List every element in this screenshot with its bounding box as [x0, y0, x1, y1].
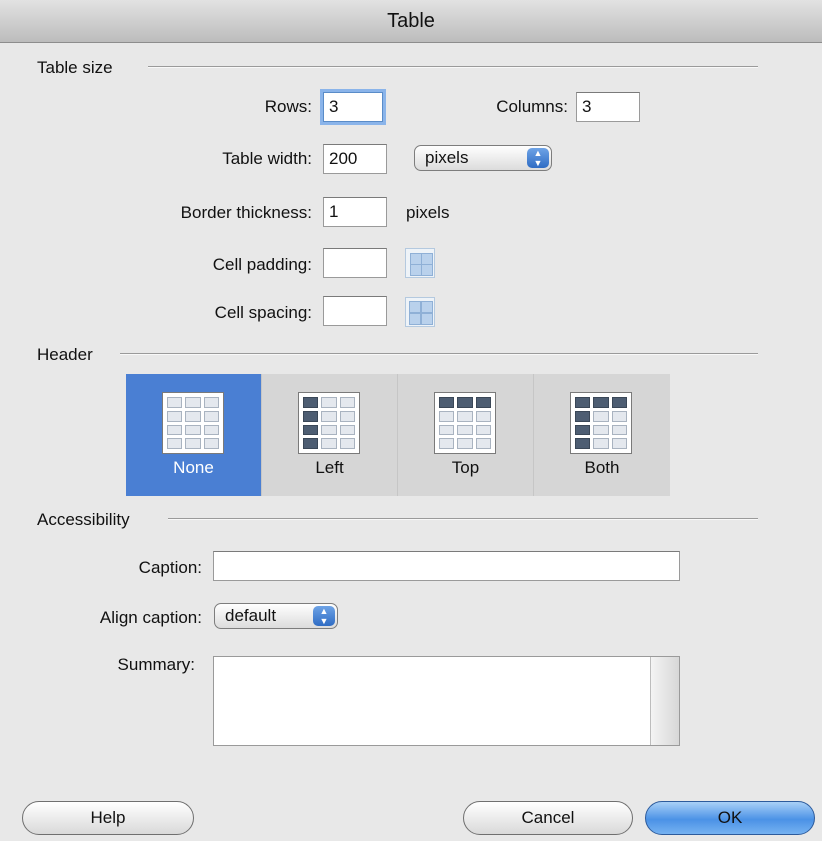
align-caption-label: Align caption: — [99, 608, 202, 627]
header-option-label: Both — [584, 458, 620, 477]
table-no-header-icon — [162, 392, 224, 454]
summary-label: Summary: — [117, 655, 195, 674]
accessibility-divider — [168, 518, 758, 520]
summary-textarea[interactable] — [213, 656, 680, 746]
width-unit-value: pixels — [425, 148, 469, 167]
header-divider — [120, 353, 758, 355]
caption-input[interactable] — [213, 551, 680, 581]
rows-label: Rows: — [264, 97, 312, 116]
rows-input[interactable]: 3 — [323, 92, 383, 122]
cell-padding-input[interactable] — [323, 248, 387, 278]
table-top-header-icon — [434, 392, 496, 454]
header-options: None Left Top Both — [126, 374, 670, 496]
border-thickness-input[interactable]: 1 — [323, 197, 387, 227]
header-option-label: Left — [315, 458, 344, 477]
border-thickness-label: Border thickness: — [180, 203, 312, 222]
border-unit-label: pixels — [406, 203, 450, 222]
caption-label: Caption: — [138, 558, 202, 577]
header-option-label: Top — [451, 458, 480, 477]
columns-label: Columns: — [496, 97, 568, 116]
table-width-label: Table width: — [222, 149, 312, 168]
cell-spacing-label: Cell spacing: — [214, 303, 312, 322]
header-option-none[interactable]: None — [126, 374, 262, 496]
table-size-divider — [148, 66, 758, 68]
summary-scrollbar[interactable] — [650, 657, 679, 745]
cancel-button[interactable]: Cancel — [463, 801, 633, 835]
table-width-input[interactable]: 200 — [323, 144, 387, 174]
cell-padding-label: Cell padding: — [212, 255, 312, 274]
table-left-header-icon — [298, 392, 360, 454]
header-option-both[interactable]: Both — [534, 374, 670, 496]
accessibility-section-title: Accessibility — [37, 510, 130, 529]
select-arrows-icon: ▲ ▼ — [313, 606, 335, 626]
help-button[interactable]: Help — [22, 801, 194, 835]
table-dialog: Table Table size Rows: 3 Columns: 3 Tabl… — [0, 0, 822, 841]
select-arrows-icon: ▲ ▼ — [527, 148, 549, 168]
header-option-top[interactable]: Top — [398, 374, 534, 496]
align-caption-select[interactable]: default ▲ ▼ — [214, 603, 338, 629]
header-option-label: None — [173, 458, 214, 477]
header-section-title: Header — [37, 345, 93, 364]
ok-button[interactable]: OK — [645, 801, 815, 835]
cell-padding-icon — [405, 248, 435, 278]
dialog-title: Table — [0, 0, 822, 43]
columns-input[interactable]: 3 — [576, 92, 640, 122]
align-caption-value: default — [225, 606, 277, 625]
width-unit-select[interactable]: pixels ▲ ▼ — [414, 145, 552, 171]
table-both-header-icon — [570, 392, 632, 454]
header-option-left[interactable]: Left — [262, 374, 398, 496]
cell-spacing-input[interactable] — [323, 296, 387, 326]
table-size-section-title: Table size — [37, 58, 113, 77]
cell-spacing-icon — [405, 297, 435, 327]
